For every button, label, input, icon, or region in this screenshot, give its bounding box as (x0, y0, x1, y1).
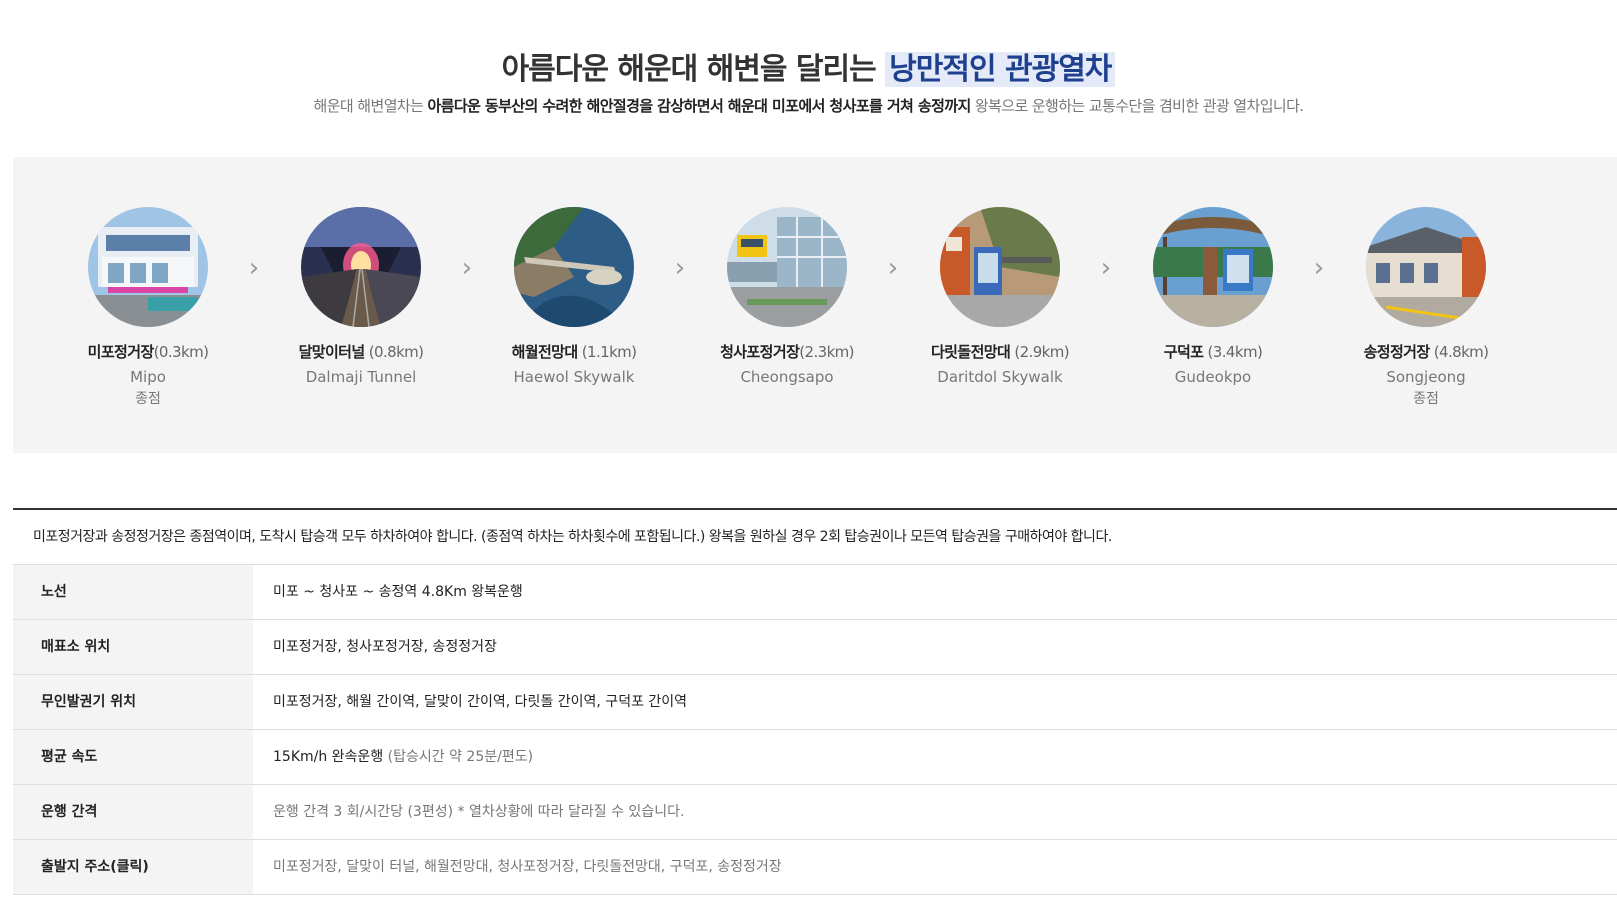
station-terminal-label: 종점 (1413, 391, 1439, 407)
table-row: 출발지 주소(클릭) 미포정거장, 달맞이 터널, 해월전망대, 청사포정거장,… (13, 840, 1617, 895)
station-name: 청사포정거장(2.3km) (720, 343, 854, 361)
row-value: 미포 ~ 청사포 ~ 송정역 4.8Km 왕복운행 (273, 584, 523, 600)
station-english-name: Daritdol Skywalk (937, 368, 1063, 386)
station-mipo[interactable]: 미포정거장(0.3km) Mipo 종점 (38, 207, 258, 408)
row-label: 무인발권기 위치 (13, 675, 253, 729)
row-label: 매표소 위치 (13, 620, 253, 674)
row-label: 운행 간격 (13, 785, 253, 839)
info-table: 미포정거장과 송정정거장은 종점역이며, 도착시 탑승객 모두 하차하여야 합니… (13, 508, 1617, 895)
station-english-name: Dalmaji Tunnel (305, 368, 417, 386)
station-name: 달맞이터널 (0.8km) (298, 343, 424, 361)
station-terminal-label: 종점 (135, 391, 161, 407)
table-row: 운행 간격 운행 간격 3 회/시간당 (3편성) * 열차상황에 따라 달라질… (13, 785, 1617, 840)
row-label: 평균 속도 (13, 730, 253, 784)
row-label: 노선 (13, 565, 253, 619)
station-photo-mipo (88, 207, 208, 327)
row-value: 미포정거장, 청사포정거장, 송정정거장 (273, 639, 497, 655)
station-photo-gudeokpo (1153, 207, 1273, 327)
row-value: 미포정거장, 달맞이 터널, 해월전망대, 청사포정거장, 다릿돌전망대, 구덕… (273, 859, 782, 875)
station-english-name: Mipo (130, 368, 166, 386)
station-photo-dalmaji (301, 207, 421, 327)
station-photo-cheongsapo (727, 207, 847, 327)
title-plain: 아름다운 해운대 해변을 달리는 (501, 52, 886, 87)
station-haewol-skywalk[interactable]: 해월전망대 (1.1km) Haewol Skywalk (464, 207, 684, 388)
station-english-name: Cheongsapo (740, 368, 834, 386)
station-dalmaji-tunnel[interactable]: 달맞이터널 (0.8km) Dalmaji Tunnel (251, 207, 471, 388)
station-name: 송정정거장 (4.8km) (1363, 343, 1489, 361)
row-value: 운행 간격 3 회/시간당 (3편성) * 열차상황에 따라 달라질 수 있습니… (273, 804, 685, 820)
table-row: 노선 미포 ~ 청사포 ~ 송정역 4.8Km 왕복운행 (13, 565, 1617, 620)
speed-extra: (탑승시간 약 25분/편도) (383, 749, 534, 765)
table-row: 평균 속도 15Km/h 완속운행 (탑승시간 약 25분/편도) (13, 730, 1617, 785)
station-songjeong[interactable]: 송정정거장 (4.8km) Songjeong 종점 (1316, 207, 1536, 408)
table-row: 무인발권기 위치 미포정거장, 해월 간이역, 달맞이 간이역, 다릿돌 간이역… (13, 675, 1617, 730)
station-gudeokpo[interactable]: 구덕포 (3.4km) Gudeokpo (1103, 207, 1323, 388)
row-value: 15Km/h 완속운행 (탑승시간 약 25분/편도) (253, 730, 1617, 784)
speed-value: 15Km/h 완속운행 (273, 749, 384, 765)
station-photo-haewol (514, 207, 634, 327)
title-highlight: 낭만적인 관광열차 (885, 52, 1116, 87)
station-cheongsapo[interactable]: 청사포정거장(2.3km) Cheongsapo (677, 207, 897, 388)
desc-bold: 아름다운 동부산의 수려한 해안절경을 감상하면서 해운대 미포에서 청사포를 … (427, 97, 971, 115)
page-description: 해운대 해변열차는 아름다운 동부산의 수려한 해안절경을 감상하면서 해운대 … (0, 95, 1617, 116)
page-title: 아름다운 해운대 해변을 달리는 낭만적인 관광열차 (0, 44, 1617, 88)
row-value: 미포정거장, 해월 간이역, 달맞이 간이역, 다릿돌 간이역, 구덕포 간이역 (273, 694, 688, 710)
station-name: 해월전망대 (1.1km) (511, 343, 637, 361)
station-name: 구덕포 (3.4km) (1163, 343, 1263, 361)
desc-pre: 해운대 해변열차는 (313, 97, 428, 115)
station-name: 다릿돌전망대 (2.9km) (930, 343, 1070, 361)
station-english-name: Haewol Skywalk (513, 368, 635, 386)
desc-post: 왕복으로 운행하는 교통수단을 겸비한 관광 열차입니다. (970, 97, 1304, 115)
station-daritdol-skywalk[interactable]: 다릿돌전망대 (2.9km) Daritdol Skywalk (890, 207, 1110, 388)
station-english-name: Songjeong (1386, 368, 1466, 386)
station-name: 미포정거장(0.3km) (87, 343, 209, 361)
table-row: 매표소 위치 미포정거장, 청사포정거장, 송정정거장 (13, 620, 1617, 675)
station-photo-daritdol (940, 207, 1060, 327)
stations-panel: 미포정거장(0.3km) Mipo 종점 › 달맞이터널 (0.8km) Dal… (13, 157, 1617, 453)
station-english-name: Gudeokpo (1174, 368, 1252, 386)
terminal-notice: 미포정거장과 송정정거장은 종점역이며, 도착시 탑승객 모두 하차하여야 합니… (13, 510, 1617, 565)
station-photo-songjeong (1366, 207, 1486, 327)
row-label-address-link[interactable]: 출발지 주소(클릭) (13, 840, 253, 894)
